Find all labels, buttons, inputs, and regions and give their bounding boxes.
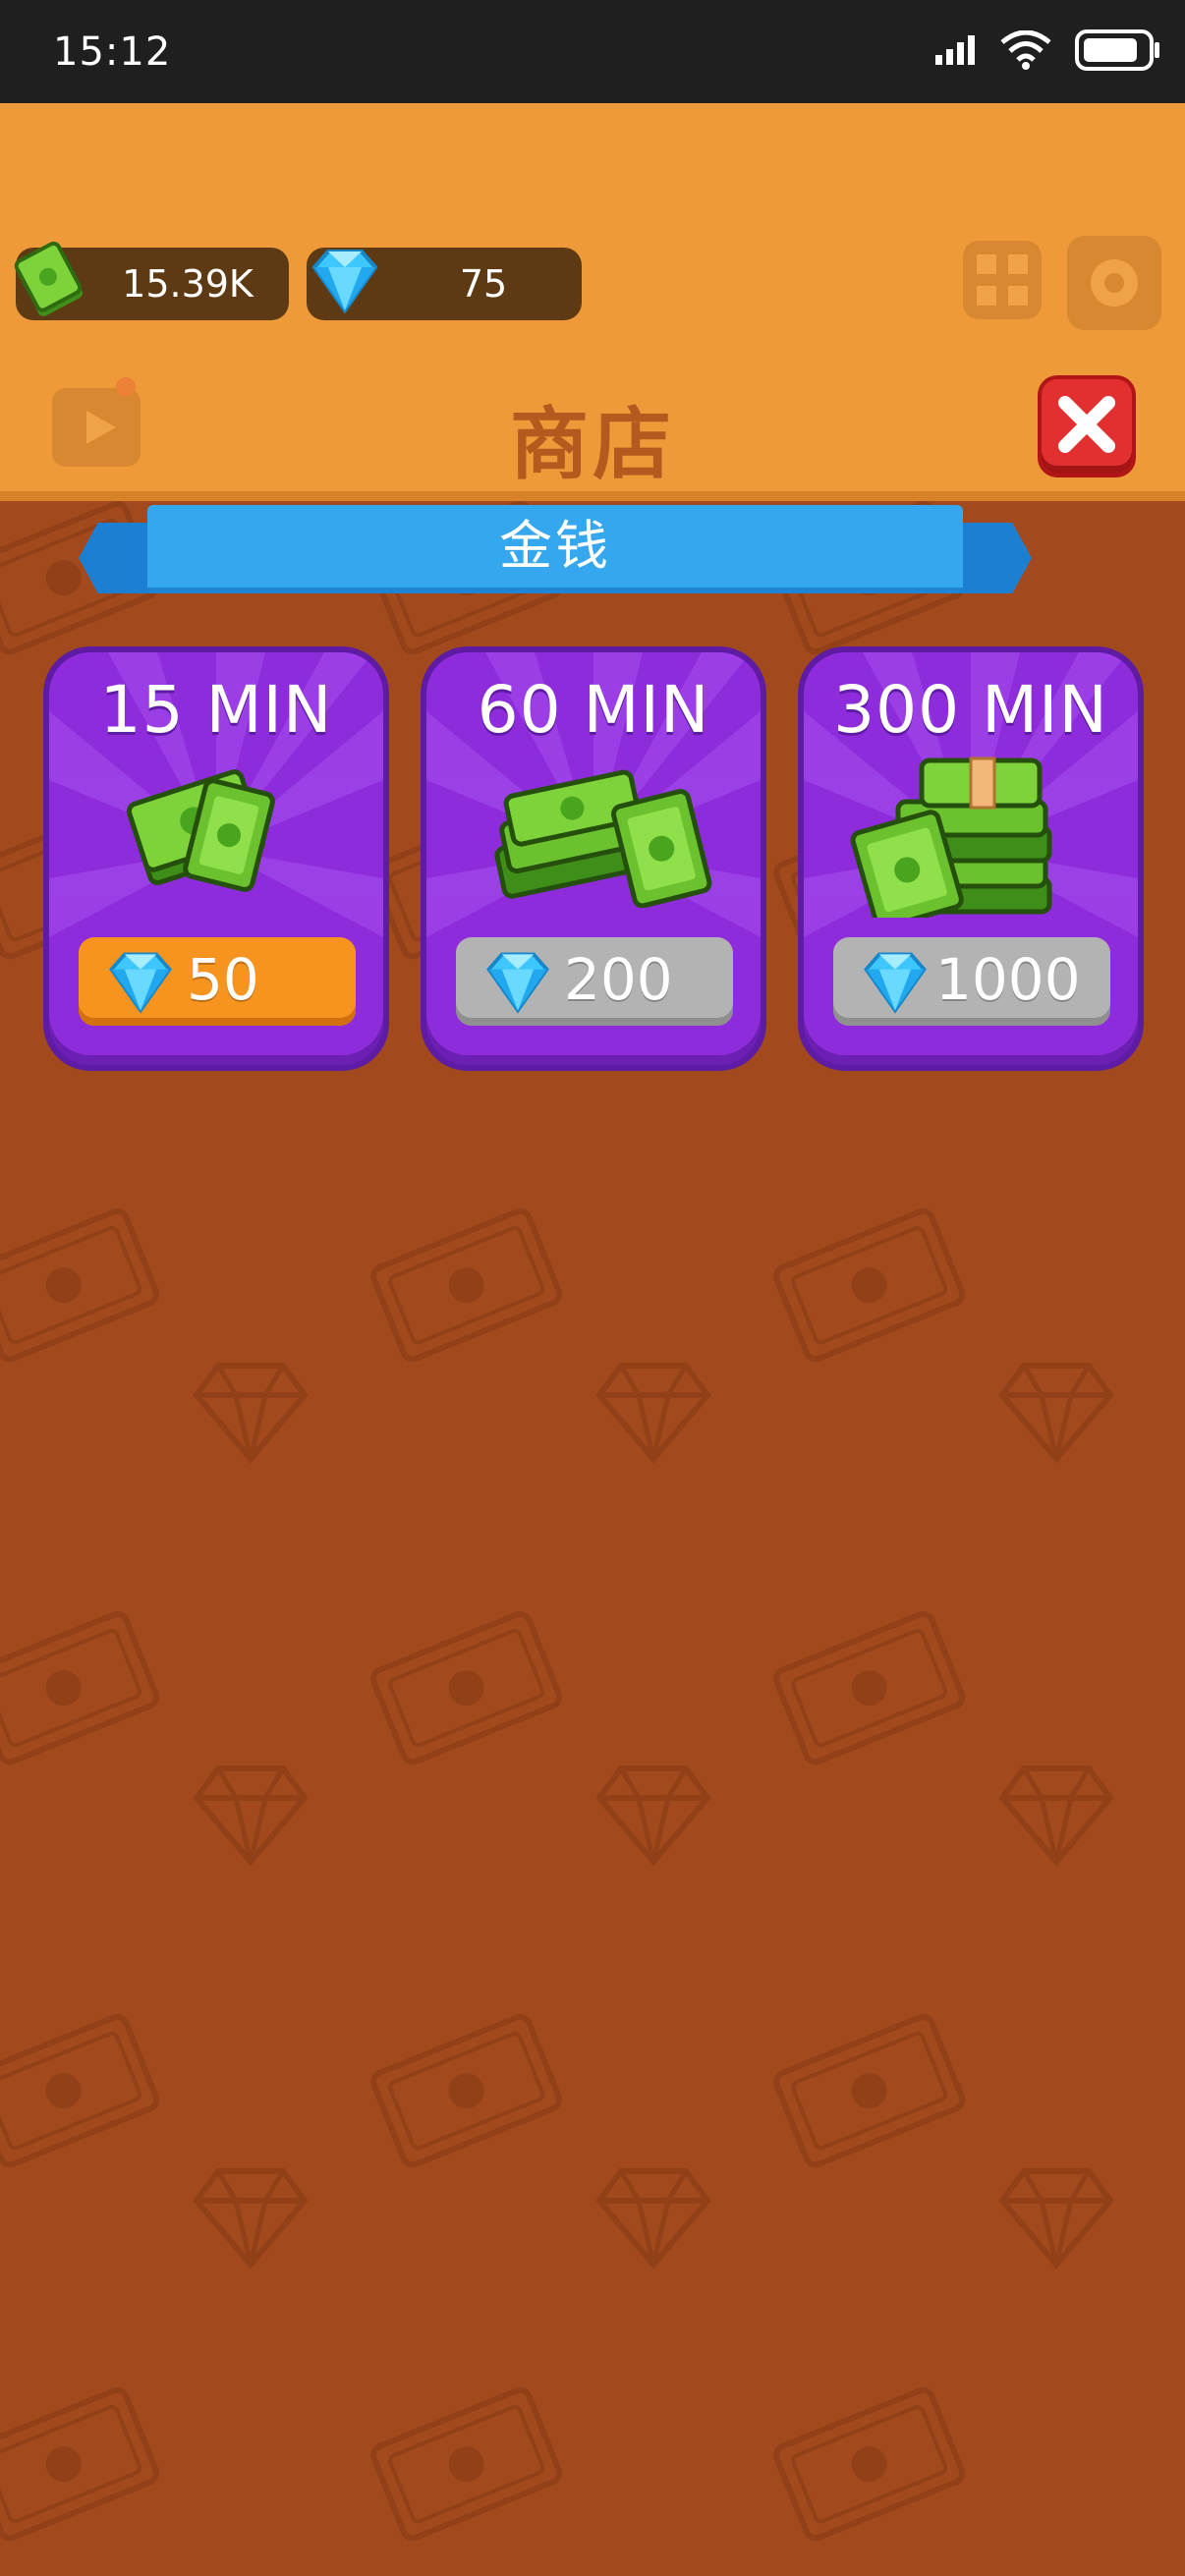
offer-label: 300 MIN	[833, 672, 1108, 748]
cash-stack-icon	[494, 769, 712, 908]
offer-card-60min[interactable]: 60 MIN 200	[421, 646, 766, 1071]
gem-icon	[486, 952, 549, 1014]
grid-icon	[963, 241, 1042, 323]
gem-icon	[864, 952, 927, 1014]
cash-value: 15.39K	[122, 262, 254, 306]
section-title: 金钱	[147, 505, 963, 593]
price-value: 200	[564, 946, 673, 1013]
cash-icon	[14, 241, 83, 316]
gem-value: 75	[459, 262, 508, 306]
offer-card-300min[interactable]: 300 MIN 1000	[798, 646, 1144, 1071]
battery-icon	[1075, 29, 1159, 71]
offer-label: 15 MIN	[99, 672, 333, 748]
gem-icon	[109, 952, 172, 1014]
wifi-icon	[1000, 30, 1051, 70]
section-ribbon: 金钱	[79, 505, 1032, 593]
price-value: 1000	[935, 946, 1081, 1013]
signal-icon	[935, 35, 975, 65]
price-value: 50	[187, 946, 259, 1013]
settings-icon	[1067, 236, 1161, 334]
page-title: 商店	[510, 399, 675, 490]
close-button[interactable]	[1042, 379, 1132, 474]
status-time: 15:12	[53, 29, 172, 75]
cash-pile-icon	[850, 756, 1052, 918]
cash-counter: 15.39K	[14, 241, 289, 320]
offer-card-15min[interactable]: 15 MIN 50	[43, 646, 389, 1071]
buy-button[interactable]: 50	[79, 937, 356, 1026]
gem-counter: 75	[307, 248, 582, 320]
buy-button[interactable]: 200	[456, 937, 733, 1026]
offer-label: 60 MIN	[477, 672, 710, 748]
close-icon	[1058, 396, 1115, 453]
cash-icon	[126, 769, 275, 892]
status-icons	[935, 29, 1161, 71]
status-bar: 15:12	[0, 0, 1185, 103]
buy-button[interactable]: 1000	[833, 937, 1110, 1026]
gem-icon	[311, 250, 378, 314]
